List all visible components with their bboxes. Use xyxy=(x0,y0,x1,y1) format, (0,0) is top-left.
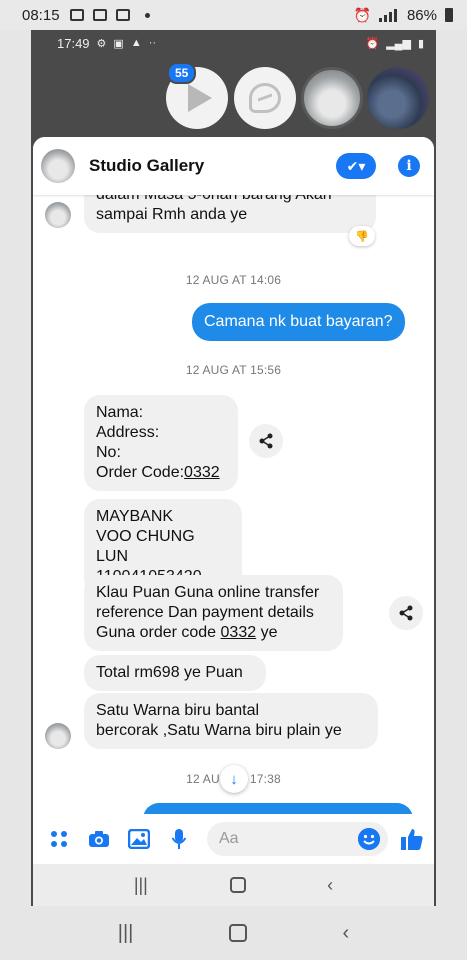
back-icon[interactable]: ‹ xyxy=(327,875,333,896)
gallery-notification-icon xyxy=(69,9,84,21)
message-line: Order Code:0332 xyxy=(96,463,226,483)
message-line: Satu Warna biru bantal xyxy=(96,702,260,719)
battery-icon: ▮ xyxy=(417,37,424,50)
message-line: Nama: xyxy=(96,404,144,421)
camera-icon-glyph xyxy=(89,831,109,847)
message-line: No: xyxy=(96,444,121,461)
more-icon: ·· xyxy=(148,37,157,49)
avatar xyxy=(45,202,71,228)
apps-icon[interactable] xyxy=(47,827,71,851)
message-text: Order Code: xyxy=(96,464,185,481)
incoming-message[interactable]: Satu Warna biru bantal bercorak ,Satu Wa… xyxy=(84,693,378,749)
arrow-down-icon: ↓ xyxy=(230,770,238,788)
card-notification-icon xyxy=(92,9,107,21)
timestamp: 12 AUG AT 15:56 xyxy=(185,363,282,377)
scroll-down-button[interactable]: ↓ xyxy=(220,765,248,793)
signal-icon xyxy=(378,8,399,22)
more-notifications-icon xyxy=(144,12,150,18)
message-line: Guna order code 0332 ye xyxy=(96,623,331,643)
inner-screenshot: 17:49 ⚙ ▣ ▲ ·· ⏰ ▂▄▆ ▮ 55 Studio Gallery… xyxy=(31,30,436,906)
info-icon[interactable]: i xyxy=(398,155,420,177)
order-code-link[interactable]: 0332 xyxy=(184,464,220,481)
home-icon[interactable] xyxy=(229,877,246,893)
image-notification-icon: ▣ xyxy=(113,37,124,50)
inner-status-right: ⏰ ▂▄▆ ▮ xyxy=(366,37,424,50)
thumbs-up-icon[interactable] xyxy=(400,827,424,851)
inner-status-bar: 17:49 ⚙ ▣ ▲ ·· ⏰ ▂▄▆ ▮ xyxy=(31,30,436,56)
incoming-message[interactable]: Nama: Address: No: Order Code:0332 xyxy=(84,395,238,491)
inner-clock: 17:49 xyxy=(57,35,90,51)
message-input[interactable]: Aa xyxy=(207,822,388,856)
settings-notification-icon: ⚙ xyxy=(96,37,107,50)
share-icon xyxy=(259,433,273,449)
messenger-chat-head[interactable] xyxy=(234,67,296,129)
message-input-placeholder: Aa xyxy=(219,830,239,847)
battery-icon xyxy=(445,8,453,22)
message-line: Klau Puan Guna online transfer xyxy=(96,584,320,601)
play-icon xyxy=(188,84,212,112)
chat-header: Studio Gallery ✔▾ i xyxy=(33,137,434,195)
timestamp-left: 12 AU xyxy=(186,772,220,786)
back-icon[interactable]: ‹ xyxy=(343,922,350,945)
share-button[interactable] xyxy=(249,424,283,458)
recent-apps-icon[interactable]: ||| xyxy=(134,875,148,896)
image-icon[interactable] xyxy=(127,827,151,851)
message-line: sampai Rmh anda ye xyxy=(96,206,248,223)
check-icon[interactable]: ✔▾ xyxy=(336,153,376,179)
share-icon xyxy=(399,605,413,621)
check-notification-icon xyxy=(115,9,130,21)
unread-badge: 55 xyxy=(167,62,197,84)
outgoing-message[interactable]: Camana nk buat bayaran? xyxy=(192,303,405,341)
reaction-icon[interactable]: 👎 xyxy=(349,226,375,246)
timestamp-right: 17:38 xyxy=(249,772,281,786)
alarm-icon: ⏰ xyxy=(353,6,371,23)
messenger-icon xyxy=(249,83,281,113)
chat-window: Studio Gallery ✔▾ i dalam Masa 5-6hari b… xyxy=(33,137,434,906)
apps-icon-glyph xyxy=(51,831,67,847)
message-list[interactable]: dalam Masa 5-6hari barang Akan sampai Rm… xyxy=(33,137,434,834)
mic-icon-glyph xyxy=(171,829,187,849)
outer-status-right: ⏰ 86% xyxy=(354,7,453,24)
outer-clock: 08:15 xyxy=(22,6,60,24)
outer-nav-bar: ||| ‹ xyxy=(0,906,467,960)
timestamp: 12 AUG AT 14:06 xyxy=(185,273,282,287)
avatar xyxy=(45,723,71,749)
recent-apps-icon[interactable]: ||| xyxy=(118,922,134,945)
warning-icon: ▲ xyxy=(130,37,142,49)
message-line: VOO CHUNG LUN xyxy=(96,528,195,565)
thumbs-up-icon-glyph xyxy=(401,829,423,850)
outer-status-bar: 08:15 ⏰ 86% xyxy=(0,0,467,30)
share-button[interactable] xyxy=(389,596,423,630)
inner-nav-bar: ||| ‹ xyxy=(33,864,434,906)
mic-icon[interactable] xyxy=(167,827,191,851)
incoming-message[interactable]: Total rm698 ye Puan xyxy=(84,655,266,691)
group-chat-head[interactable] xyxy=(367,67,429,129)
message-line: bercorak ,Satu Warna biru plain ye xyxy=(96,722,342,739)
message-line: MAYBANK xyxy=(96,508,174,525)
alarm-icon: ⏰ xyxy=(365,37,380,50)
composer-bar: Aa xyxy=(33,814,434,864)
battery-percent: 86% xyxy=(406,6,437,24)
home-icon[interactable] xyxy=(228,924,247,942)
image-icon-glyph xyxy=(128,829,150,849)
emoji-icon[interactable] xyxy=(358,828,380,850)
camera-icon[interactable] xyxy=(87,827,111,851)
message-text: ye xyxy=(256,624,278,641)
chat-title[interactable]: Studio Gallery xyxy=(89,156,204,176)
incoming-message[interactable]: Klau Puan Guna online transfer reference… xyxy=(84,575,343,651)
order-code-link[interactable]: 0332 xyxy=(221,624,257,641)
signal-icon: ▂▄▆ xyxy=(386,37,411,50)
emoji-icon-glyph xyxy=(358,828,380,850)
studio-gallery-chat-head[interactable] xyxy=(301,67,363,129)
message-line: Address: xyxy=(96,424,160,441)
message-line: reference Dan payment details xyxy=(96,604,314,621)
avatar[interactable] xyxy=(41,149,75,183)
message-text: Guna order code xyxy=(96,624,221,641)
